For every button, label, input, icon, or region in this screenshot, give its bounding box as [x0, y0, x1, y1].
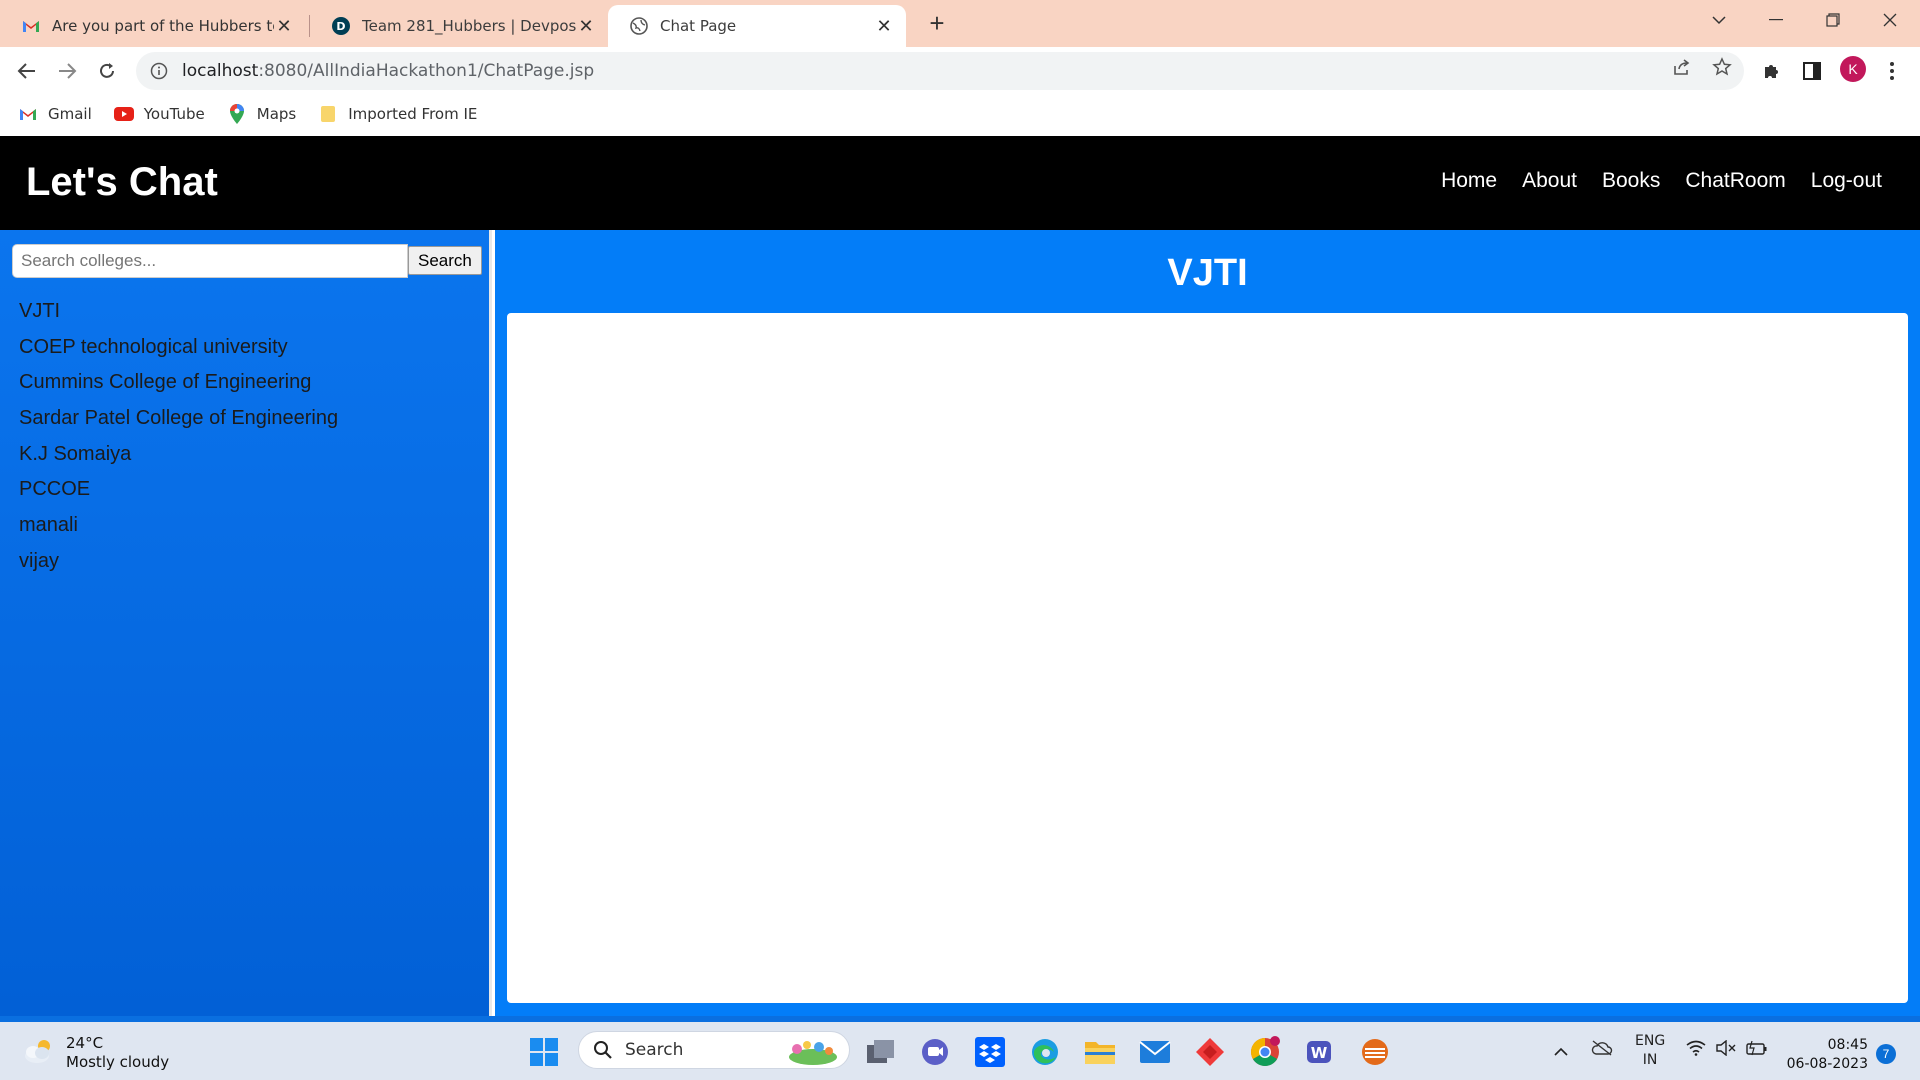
close-window-icon[interactable]: [1862, 0, 1918, 40]
nav-logout[interactable]: Log-out: [1811, 169, 1882, 193]
restore-icon[interactable]: [1805, 0, 1861, 40]
weather-condition: Mostly cloudy: [66, 1053, 170, 1071]
chat-title: VJTI: [1167, 252, 1248, 294]
nav-about[interactable]: About: [1522, 169, 1577, 193]
search-highlight-icon: [783, 1035, 841, 1065]
maps-icon: [227, 104, 247, 124]
search-icon: [593, 1040, 613, 1060]
extensions-icon[interactable]: [1760, 59, 1784, 83]
nav-home[interactable]: Home: [1441, 169, 1497, 193]
college-list: VJTI COEP technological university Cummi…: [19, 294, 338, 580]
bookmark-star-icon[interactable]: [1711, 56, 1733, 78]
chrome-icon[interactable]: [1248, 1035, 1282, 1069]
task-view-icon[interactable]: [864, 1035, 898, 1069]
side-panel-icon[interactable]: [1800, 59, 1824, 83]
teams-icon[interactable]: W: [1303, 1035, 1337, 1069]
back-icon[interactable]: [13, 57, 41, 85]
site-navbar: Let's Chat Home About Books ChatRoom Log…: [0, 136, 1920, 230]
dropbox-icon[interactable]: [973, 1035, 1007, 1069]
youtube-icon: [113, 105, 134, 123]
notification-badge[interactable]: 7: [1876, 1044, 1896, 1064]
bookmark-youtube[interactable]: YouTube: [113, 105, 205, 123]
profile-avatar[interactable]: K: [1840, 56, 1866, 82]
volume-muted-icon[interactable]: [1716, 1039, 1736, 1061]
close-tab-icon[interactable]: ✕: [274, 16, 294, 37]
nav-books[interactable]: Books: [1602, 169, 1660, 193]
college-sidebar: Search VJTI COEP technological universit…: [0, 230, 492, 1016]
college-item[interactable]: VJTI: [19, 294, 338, 330]
onedrive-offline-icon[interactable]: [1591, 1040, 1613, 1061]
college-search-input[interactable]: [12, 244, 408, 278]
clock-date: 06-08-2023: [1786, 1056, 1868, 1072]
app-icon[interactable]: [1358, 1035, 1392, 1069]
close-tab-icon[interactable]: ✕: [874, 16, 894, 37]
minimize-icon[interactable]: [1748, 0, 1804, 40]
cloud-sun-icon: [22, 1037, 56, 1070]
college-item[interactable]: PCCOE: [19, 472, 338, 508]
folder-icon: [318, 105, 338, 123]
bookmark-gmail[interactable]: Gmail: [18, 105, 92, 123]
gmail-icon: [18, 105, 38, 123]
bookmarks-bar: Gmail YouTube Maps Imported From IE: [0, 94, 1920, 134]
svg-text:D: D: [336, 20, 345, 33]
tab-gmail[interactable]: Are you part of the Hubbers team ✕: [0, 5, 306, 47]
college-item[interactable]: Cummins College of Engineering: [19, 365, 338, 401]
language-indicator[interactable]: ENG IN: [1635, 1032, 1665, 1070]
chat-messages-area[interactable]: [507, 313, 1908, 1003]
windows-taskbar: 24°C Mostly cloudy Search W ENG IN 08:45…: [0, 1016, 1920, 1080]
menu-kebab-icon[interactable]: [1880, 59, 1904, 83]
chat-panel: VJTI: [495, 230, 1920, 1016]
close-tab-icon[interactable]: ✕: [576, 16, 596, 37]
system-clock[interactable]: 08:45 06-08-2023: [1787, 1036, 1868, 1074]
tab-chat-page[interactable]: Chat Page ✕: [608, 5, 906, 47]
weather-temperature: 24°C: [66, 1034, 104, 1052]
tab-search-icon[interactable]: [1691, 0, 1747, 40]
college-item[interactable]: Sardar Patel College of Engineering: [19, 401, 338, 437]
college-item[interactable]: vijay: [19, 544, 338, 580]
tab-devpost[interactable]: D Team 281_Hubbers | Devpost ✕: [310, 5, 608, 47]
tab-strip: Are you part of the Hubbers team ✕ D Tea…: [0, 0, 1920, 47]
search-button[interactable]: Search: [408, 246, 482, 275]
forward-icon[interactable]: [53, 57, 81, 85]
new-tab-icon[interactable]: +: [922, 8, 952, 38]
clock-time: 08:45: [1827, 1037, 1868, 1053]
college-search: Search: [12, 244, 482, 278]
taskbar-search[interactable]: Search: [578, 1031, 850, 1069]
url-text: localhost:8080/AllIndiaHackathon1/ChatPa…: [182, 61, 595, 81]
nav-links: Home About Books ChatRoom Log-out: [1441, 169, 1882, 193]
bookmark-maps[interactable]: Maps: [227, 104, 296, 124]
mail-icon[interactable]: [1138, 1035, 1172, 1069]
devpost-icon: D: [332, 17, 350, 35]
bookmark-folder-imported[interactable]: Imported From IE: [318, 105, 477, 123]
share-icon[interactable]: [1671, 56, 1693, 78]
college-item[interactable]: K.J Somaiya: [19, 437, 338, 473]
college-item[interactable]: COEP technological university: [19, 330, 338, 366]
battery-icon[interactable]: [1746, 1040, 1768, 1061]
address-bar[interactable]: localhost:8080/AllIndiaHackathon1/ChatPa…: [136, 52, 1744, 90]
gmail-icon: [22, 17, 40, 35]
chevron-up-icon[interactable]: [1553, 1042, 1569, 1062]
file-explorer-icon[interactable]: [1083, 1035, 1117, 1069]
edge-icon[interactable]: [1028, 1035, 1062, 1069]
browser-toolbar: localhost:8080/AllIndiaHackathon1/ChatPa…: [0, 47, 1920, 94]
teams-chat-icon[interactable]: [918, 1035, 952, 1069]
college-item[interactable]: manali: [19, 508, 338, 544]
anydesk-icon[interactable]: [1193, 1035, 1227, 1069]
svg-text:W: W: [1311, 1044, 1328, 1062]
reload-icon[interactable]: [93, 57, 121, 85]
globe-icon: [630, 17, 648, 35]
wifi-icon[interactable]: [1686, 1040, 1706, 1061]
site-info-icon[interactable]: [150, 62, 168, 80]
nav-chatroom[interactable]: ChatRoom: [1685, 169, 1785, 193]
weather-widget[interactable]: 24°C Mostly cloudy: [22, 1034, 169, 1072]
windows-start-icon[interactable]: [527, 1035, 561, 1069]
brand-title: Let's Chat: [26, 160, 218, 204]
